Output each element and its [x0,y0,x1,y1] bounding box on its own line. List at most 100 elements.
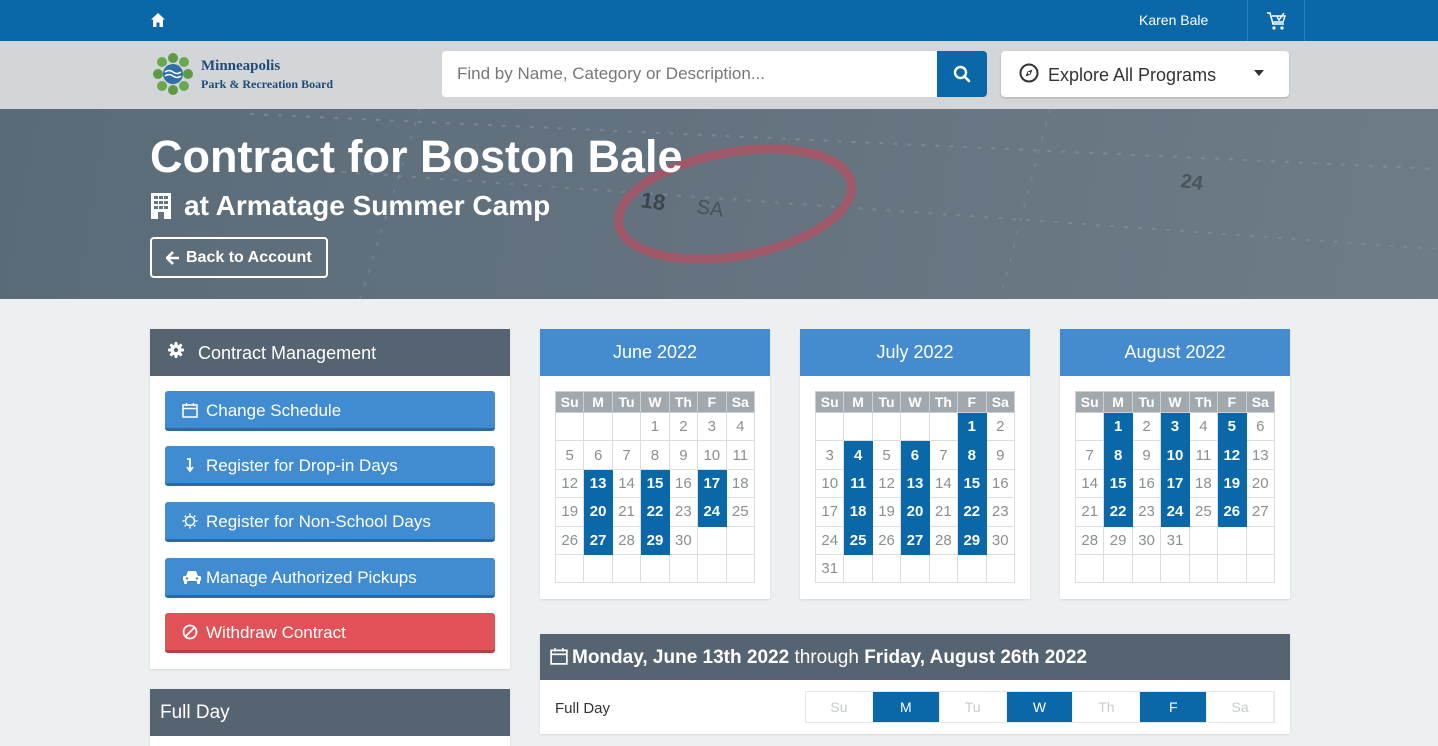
weekday-cell: Su [806,692,873,722]
calendar-day: 20 [1245,468,1276,499]
weekday-header: Sa [1245,391,1276,413]
calendar-day: 17 [814,497,845,527]
logo-text-line1: Minneapolis [201,58,281,74]
weekday-cell: W [1006,692,1074,722]
ban-icon [182,624,198,640]
calendar-day [1074,553,1105,584]
calendar-day: 17 [697,468,727,499]
calendar-day: 15 [640,468,670,499]
calendar-day: 8 [957,440,987,470]
withdraw-contract-button[interactable]: Withdraw Contract [165,613,495,653]
contract-management-title: Contract Management [198,343,377,363]
calendar-day: 3 [814,440,845,470]
register-non-school-days-label: Register for Non-School Days [206,512,431,531]
manage-authorized-pickups-button[interactable]: Manage Authorized Pickups [165,558,495,598]
svg-text:24: 24 [1179,170,1205,195]
search-input[interactable] [442,51,938,97]
calendar-day: 6 [583,440,613,470]
calendar-day: 12 [871,468,902,499]
caret-down-icon [1254,70,1264,76]
calendar-day [1160,553,1190,584]
calendar-day: 9 [985,440,1016,470]
calendar-day: 17 [1160,468,1190,499]
calendar-day [843,553,873,584]
calendar-day: 23 [668,497,699,527]
calendar-day [1188,525,1219,555]
schedule-panel: Monday, June 13th 2022 through Friday, A… [540,634,1290,734]
calendar-day [1245,525,1276,555]
calendar-day [697,553,727,584]
calendar-day: 29 [1103,525,1133,555]
calendar-day: 22 [640,497,670,527]
calendar-month-header: June 2022 [540,329,770,376]
calendar-day [640,553,670,584]
gear-icon [168,342,184,358]
calendar-day: 13 [583,468,613,499]
calendar-day [814,411,845,442]
calendar-day [985,553,1016,584]
compass-icon [1019,63,1039,83]
home-icon[interactable] [150,12,166,28]
calendar-day: 4 [843,440,873,470]
calendar-grid: Su M Tu W Th F Sa 1 2 3 4 5 6 7 8 9 10 11 12 13 14 15 16 17 18 19… [814,391,1016,584]
calendar-day: 25 [725,497,756,527]
calendar-grid: Su M Tu W Th F Sa 1 2 3 4 5 6 7 8 9 10 11 12 13 14 15 16 17 18 19… [554,391,756,584]
calendar-day: 14 [1074,468,1105,499]
calendar-day: 27 [900,525,930,555]
contract-management-panel: Contract Management Change Schedule Regi… [150,329,510,669]
weekday-cell: F [1140,692,1208,722]
calendar-day: 31 [814,553,845,584]
weekday-header: Sa [985,391,1016,413]
calendar-day: 24 [814,525,845,555]
schedule-start-date: Monday, June 13th 2022 [572,647,790,668]
calendar-day: 24 [697,497,727,527]
weekday-cell: Th [1073,692,1141,722]
full-day-title: Full Day [160,702,230,723]
calendar-day: 28 [928,525,959,555]
calendar-day: 20 [583,497,613,527]
calendar-day: 30 [985,525,1016,555]
page-title: Contract for Boston Bale [150,131,683,182]
register-drop-in-days-button[interactable]: Register for Drop-in Days [165,446,495,486]
calendar-day: 24 [1160,497,1190,527]
register-non-school-days-button[interactable]: Register for Non-School Days [165,502,495,542]
full-day-panel: Full Day [150,689,510,746]
calendar-day [725,525,756,555]
calendar-day [668,553,699,584]
logo-text-line2: Park & Recreation Board [201,77,334,91]
explore-programs-dropdown[interactable]: Explore All Programs [1001,51,1289,97]
weekday-header: W [900,391,930,413]
search-button[interactable] [937,51,987,97]
schedule-row-label: Full Day [555,700,611,717]
calendar-day: 3 [1160,411,1190,442]
user-name-link[interactable]: Karen Bale [1139,12,1208,28]
change-schedule-button[interactable]: Change Schedule [165,391,495,431]
calendar-day: 1 [957,411,987,442]
calendar-month-header: July 2022 [800,329,1030,376]
calendar-day [611,411,642,442]
calendar-day: 25 [843,525,873,555]
calendar-day: 16 [1131,468,1162,499]
calendar-day: 2 [668,411,699,442]
calendar-day [928,553,959,584]
calendar-day: 7 [1074,440,1105,470]
back-to-account-button[interactable]: Back to Account [150,237,328,278]
cart-button[interactable] [1247,0,1305,41]
calendar-day: 30 [668,525,699,555]
weekday-header: M [843,391,873,413]
calendar-day [725,553,756,584]
calendar-day [871,553,902,584]
calendar-day: 12 [554,468,585,499]
calendar-day: 18 [725,468,756,499]
calendar-day [928,411,959,442]
mprb-logo[interactable] [150,52,196,98]
weekday-header: Tu [871,391,902,413]
sun-icon [182,513,198,529]
cart-icon [1267,12,1286,30]
calendar-day: 13 [1245,440,1276,470]
manage-authorized-pickups-label: Manage Authorized Pickups [206,568,417,587]
top-bar: Karen Bale [0,0,1438,41]
calendar-day: 26 [871,525,902,555]
calendar-day: 15 [957,468,987,499]
calendar-day: 21 [1074,497,1105,527]
